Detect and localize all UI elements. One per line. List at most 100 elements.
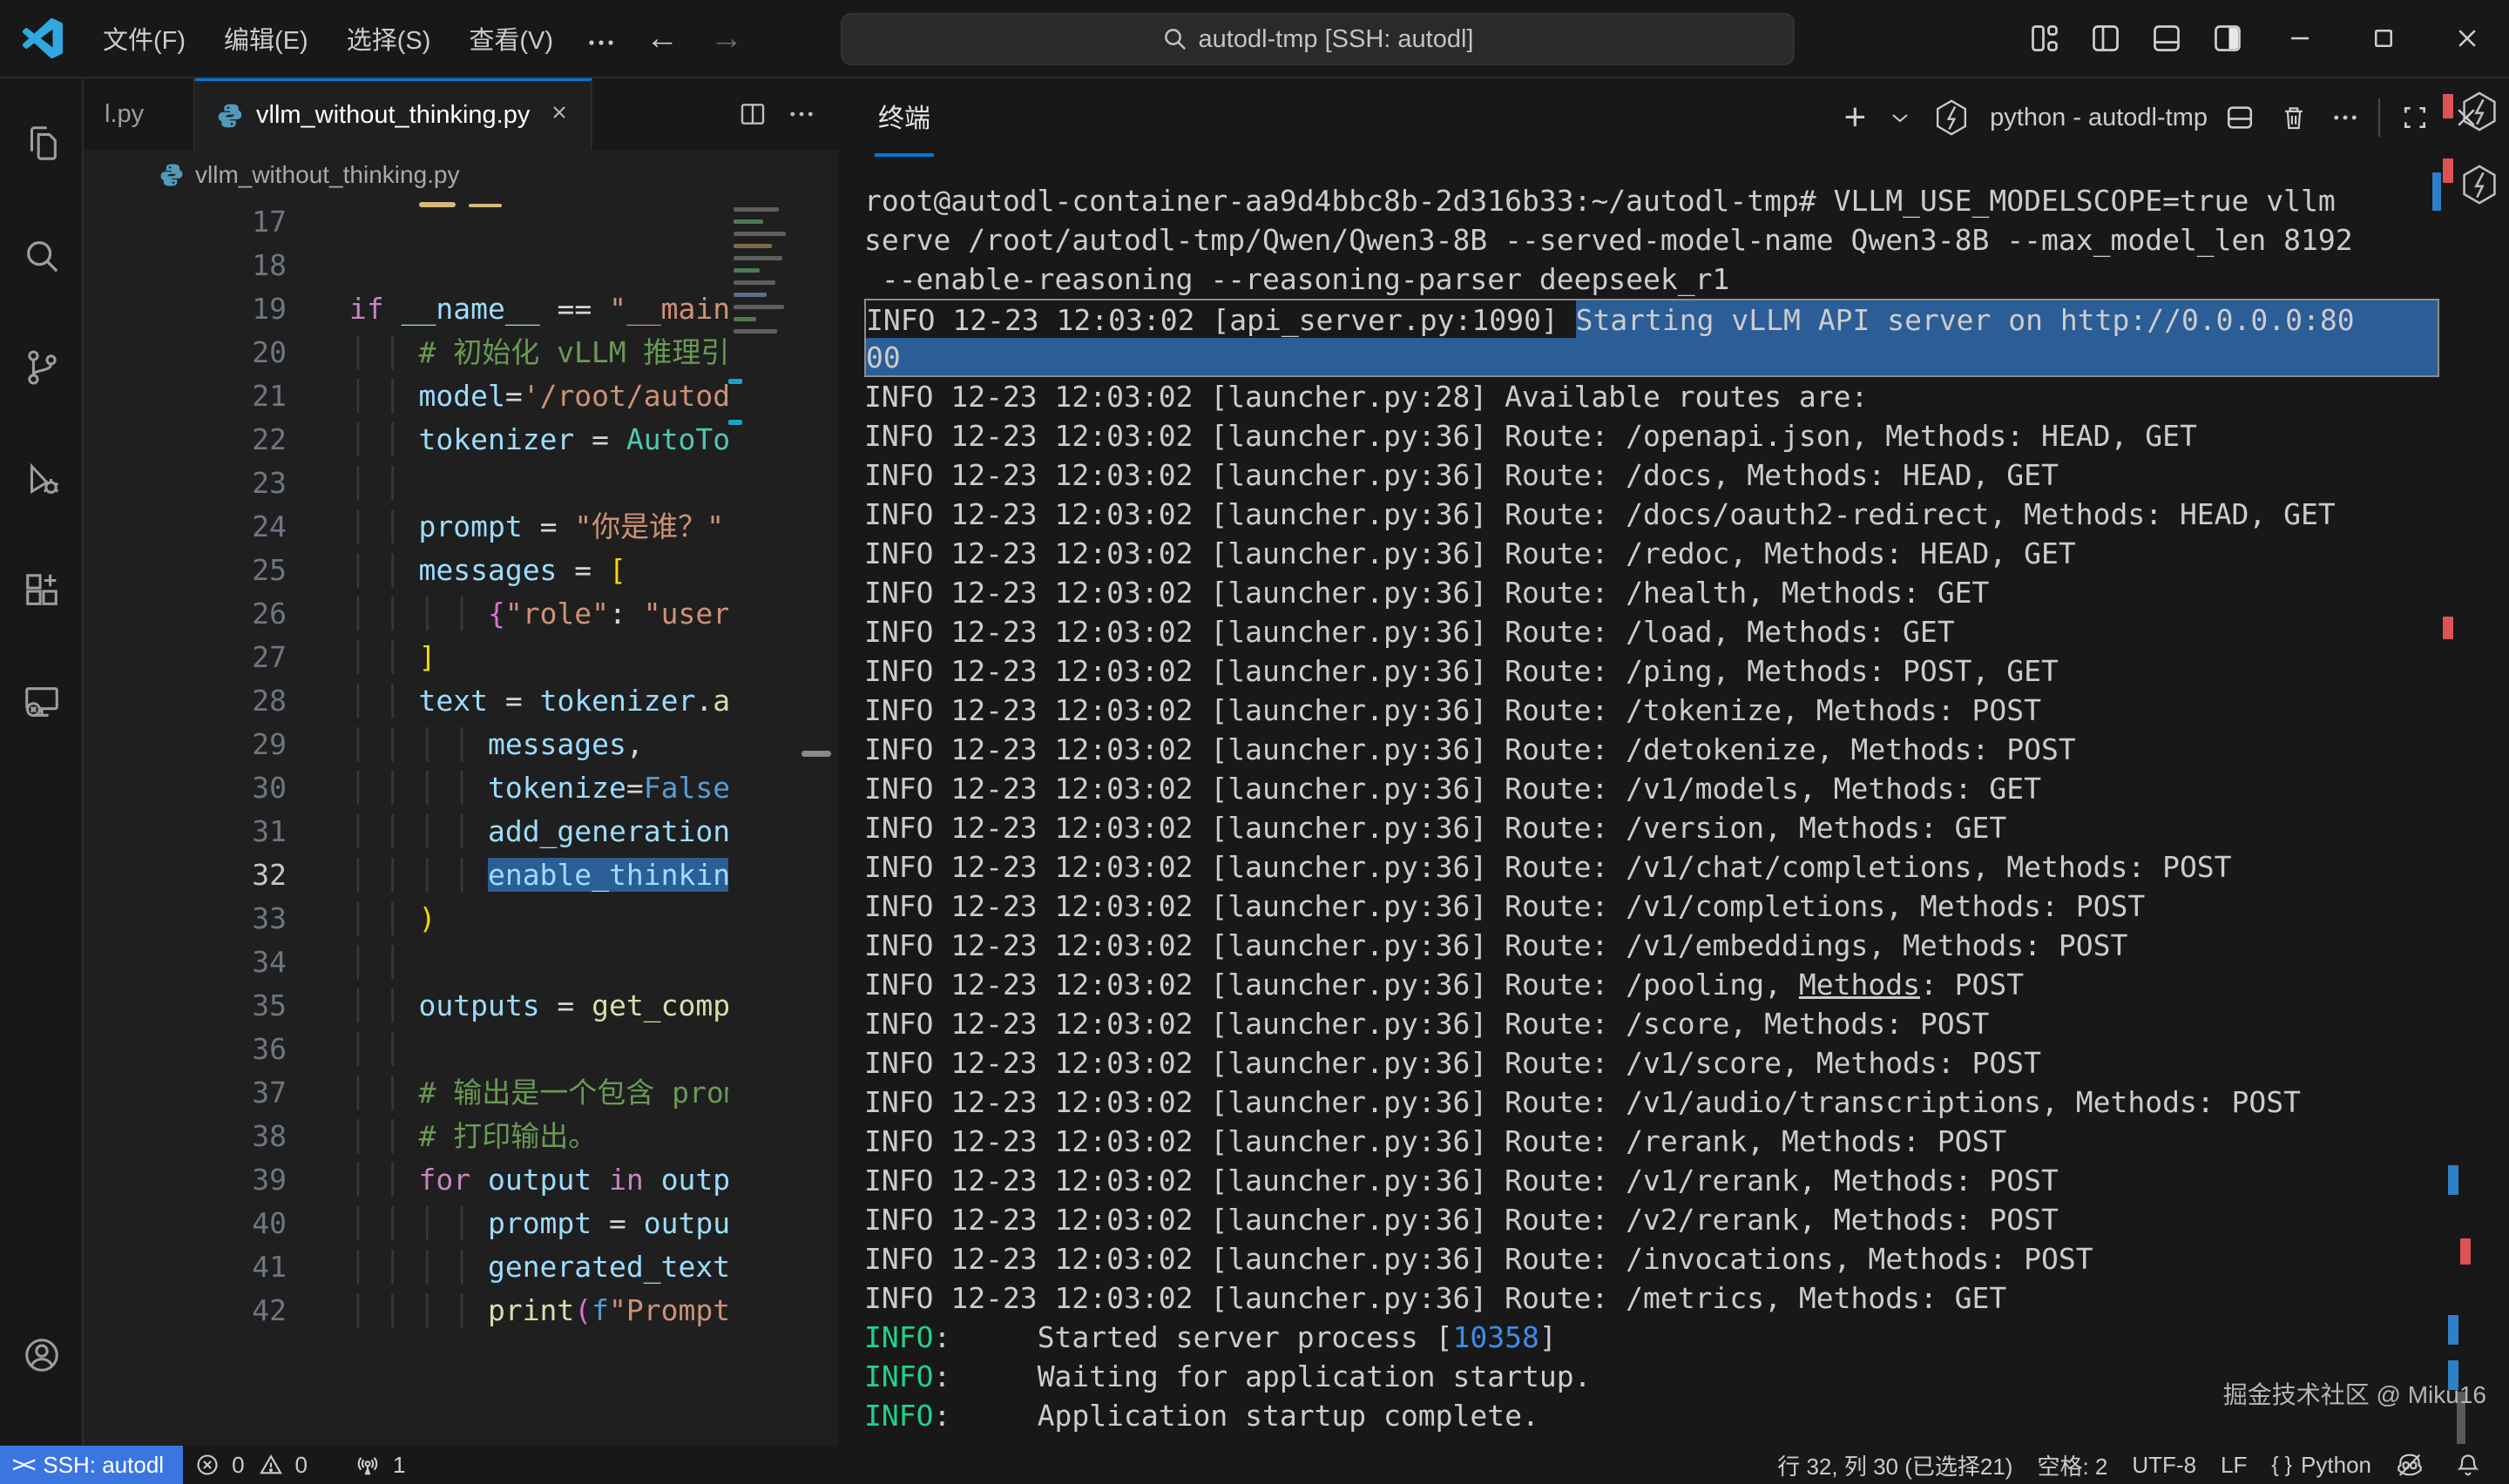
minimize-button[interactable] (2258, 0, 2342, 77)
close-button[interactable] (2425, 0, 2509, 77)
terminal-line: INFO: Waiting for application startup. (864, 1357, 2439, 1396)
eol-setting[interactable]: LF (2208, 1446, 2259, 1484)
menu-bar: 文件(F)编辑(E)选择(S)查看(V) (84, 20, 572, 57)
splitter-handle[interactable] (801, 751, 831, 757)
kill-terminal-icon[interactable] (2267, 91, 2321, 144)
terminal-line: INFO 12-23 12:03:02 [launcher.py:36] Rou… (864, 926, 2439, 965)
watermark-text: 掘金技术社区 @ Miku16 (2223, 1376, 2486, 1411)
minimap[interactable] (728, 200, 812, 1446)
search-text: autodl-tmp [SSH: autodl] (1199, 25, 1474, 54)
customize-layout-icon[interactable] (2014, 0, 2075, 77)
terminal-line: INFO: Application startup complete. (864, 1396, 2439, 1435)
menu-item-0[interactable]: 文件(F) (84, 18, 205, 64)
terminal-panel: 终端 + python - autodl-tmp root@autodl-con… (838, 78, 2509, 1446)
activity-bar: ⚙ (0, 78, 84, 1446)
encoding-setting[interactable]: UTF-8 (2120, 1446, 2208, 1484)
line-number: 33 (84, 897, 287, 941)
breadcrumb[interactable]: vllm_without_thinking.py (84, 150, 838, 200)
line-number: 29 (84, 723, 287, 766)
divider (2378, 98, 2380, 137)
extensions-icon[interactable] (0, 549, 84, 632)
toggle-primary-sidebar-icon[interactable] (2075, 0, 2136, 77)
code-line: 30│ │ │ │ tokenize=False, (84, 766, 838, 810)
shell-session-icon[interactable] (2460, 91, 2499, 132)
code-line: 17 (84, 200, 838, 244)
code-line: 21│ │ model='/root/autodl-tmp (84, 374, 838, 418)
ports-count: 1 (393, 1452, 405, 1479)
new-terminal-icon[interactable]: + (1831, 91, 1878, 144)
command-center-search[interactable]: autodl-tmp [SSH: autodl] (841, 13, 1795, 65)
editor-more-actions-icon[interactable] (777, 90, 826, 138)
tab-close-icon[interactable] (549, 101, 570, 130)
account-icon[interactable] (0, 1313, 84, 1397)
nav-forward-icon[interactable]: → (710, 20, 743, 57)
terminal-line: INFO 12-23 12:03:02 [launcher.py:36] Rou… (864, 965, 2439, 1004)
tab-label: vllm_without_thinking.py (256, 101, 530, 130)
code-line: 18 (84, 244, 838, 287)
explorer-icon[interactable] (0, 101, 84, 185)
notifications-bell-icon[interactable] (2443, 1446, 2509, 1484)
split-terminal-icon[interactable] (2213, 91, 2267, 144)
menu-item-2[interactable]: 选择(S) (328, 18, 450, 64)
code-line: 40│ │ │ │ prompt = output.pro (84, 1202, 838, 1245)
terminal-instance-label[interactable]: python - autodl-tmp (1990, 104, 2208, 132)
remote-indicator[interactable]: >< SSH: autodl (0, 1446, 183, 1484)
terminal-output[interactable]: root@autodl-container-aa9d4bbc8b-2d316b3… (864, 181, 2439, 1446)
vscode-logo-icon (23, 18, 63, 58)
terminal-line: serve /root/autodl-tmp/Qwen/Qwen3-8B --s… (864, 220, 2439, 260)
status-bar: >< SSH: autodl 0 0 1 行 32, 列 30 (已选择21) … (0, 1446, 2509, 1484)
terminal-line: INFO 12-23 12:03:02 [launcher.py:36] Rou… (864, 730, 2439, 769)
cursor-position[interactable]: 行 32, 列 30 (已选择21) (1765, 1446, 2025, 1484)
line-number: 21 (84, 374, 287, 418)
language-mode[interactable]: { } Python (2259, 1446, 2384, 1484)
line-number: 23 (84, 462, 287, 505)
terminal-line: INFO 12-23 12:03:02 [launcher.py:36] Rou… (864, 534, 2439, 573)
code-line: 37│ │ # 输出是一个包含 prompt、 (84, 1071, 838, 1115)
line-number: 42 (84, 1289, 287, 1332)
braces-icon: { } (2271, 1453, 2292, 1478)
tab-terminal[interactable]: 终端 (875, 78, 934, 157)
maximize-button[interactable] (2342, 0, 2425, 77)
vscode-window: 文件(F)编辑(E)选择(S)查看(V) ← → autodl-tmp [SSH… (0, 0, 2509, 1484)
panel-more-actions-icon[interactable] (2321, 91, 2370, 144)
shell-session-icon[interactable] (2460, 164, 2499, 206)
code-line: 39│ │ for output in outputs: (84, 1158, 838, 1202)
line-number: 25 (84, 549, 287, 592)
menu-more-icon[interactable] (572, 16, 630, 62)
code-line: 22│ │ tokenizer = AutoTokeniz (84, 418, 838, 462)
source-control-icon[interactable] (0, 326, 84, 409)
terminal-line: 00 (864, 338, 2439, 377)
tab-l-py[interactable]: l.py (84, 78, 195, 150)
toggle-secondary-sidebar-icon[interactable] (2197, 0, 2258, 77)
line-number: 24 (84, 505, 287, 549)
ports-indicator[interactable]: 1 (342, 1446, 417, 1484)
terminal-line: INFO 12-23 12:03:02 [launcher.py:36] Rou… (864, 808, 2439, 847)
menu-item-3[interactable]: 查看(V) (450, 18, 572, 64)
search-icon (1162, 26, 1188, 52)
run-and-debug-icon[interactable] (0, 437, 84, 521)
nav-back-icon[interactable]: ← (646, 20, 679, 57)
code-editor[interactable]: 171819if __name__ == "__main__":20│ │ # … (84, 200, 838, 1446)
terminal-line: INFO 12-23 12:03:02 [launcher.py:36] Rou… (864, 495, 2439, 534)
line-number: 31 (84, 810, 287, 853)
menu-item-1[interactable]: 编辑(E) (205, 18, 328, 64)
indentation-setting[interactable]: 空格: 2 (2025, 1446, 2120, 1484)
line-number: 22 (84, 418, 287, 462)
copilot-disabled-icon[interactable] (2384, 1446, 2443, 1484)
split-editor-icon[interactable] (728, 90, 777, 138)
toggle-panel-icon[interactable] (2136, 0, 2197, 77)
tab-vllm-without-thinking[interactable]: vllm_without_thinking.py (195, 78, 592, 150)
error-icon (195, 1453, 220, 1477)
line-number: 40 (84, 1202, 287, 1245)
remote-explorer-icon[interactable] (0, 660, 84, 744)
line-number: 37 (84, 1071, 287, 1115)
problems-indicator[interactable]: 0 0 (183, 1446, 320, 1484)
search-sidebar-icon[interactable] (0, 214, 84, 298)
editor-tab-bar: l.py vllm_without_thinking.py (84, 78, 838, 150)
code-line: 19if __name__ == "__main__": (84, 287, 838, 331)
terminal-line: INFO 12-23 12:03:02 [launcher.py:36] Rou… (864, 1004, 2439, 1043)
terminal-dropdown-icon[interactable] (1878, 91, 1922, 144)
code-line: 41│ │ │ │ generated_text = ou (84, 1245, 838, 1289)
terminal-line: INFO 12-23 12:03:02 [launcher.py:36] Rou… (864, 1278, 2439, 1318)
code-line: 32│ │ │ │ enable_thinking=Fal (84, 853, 838, 897)
